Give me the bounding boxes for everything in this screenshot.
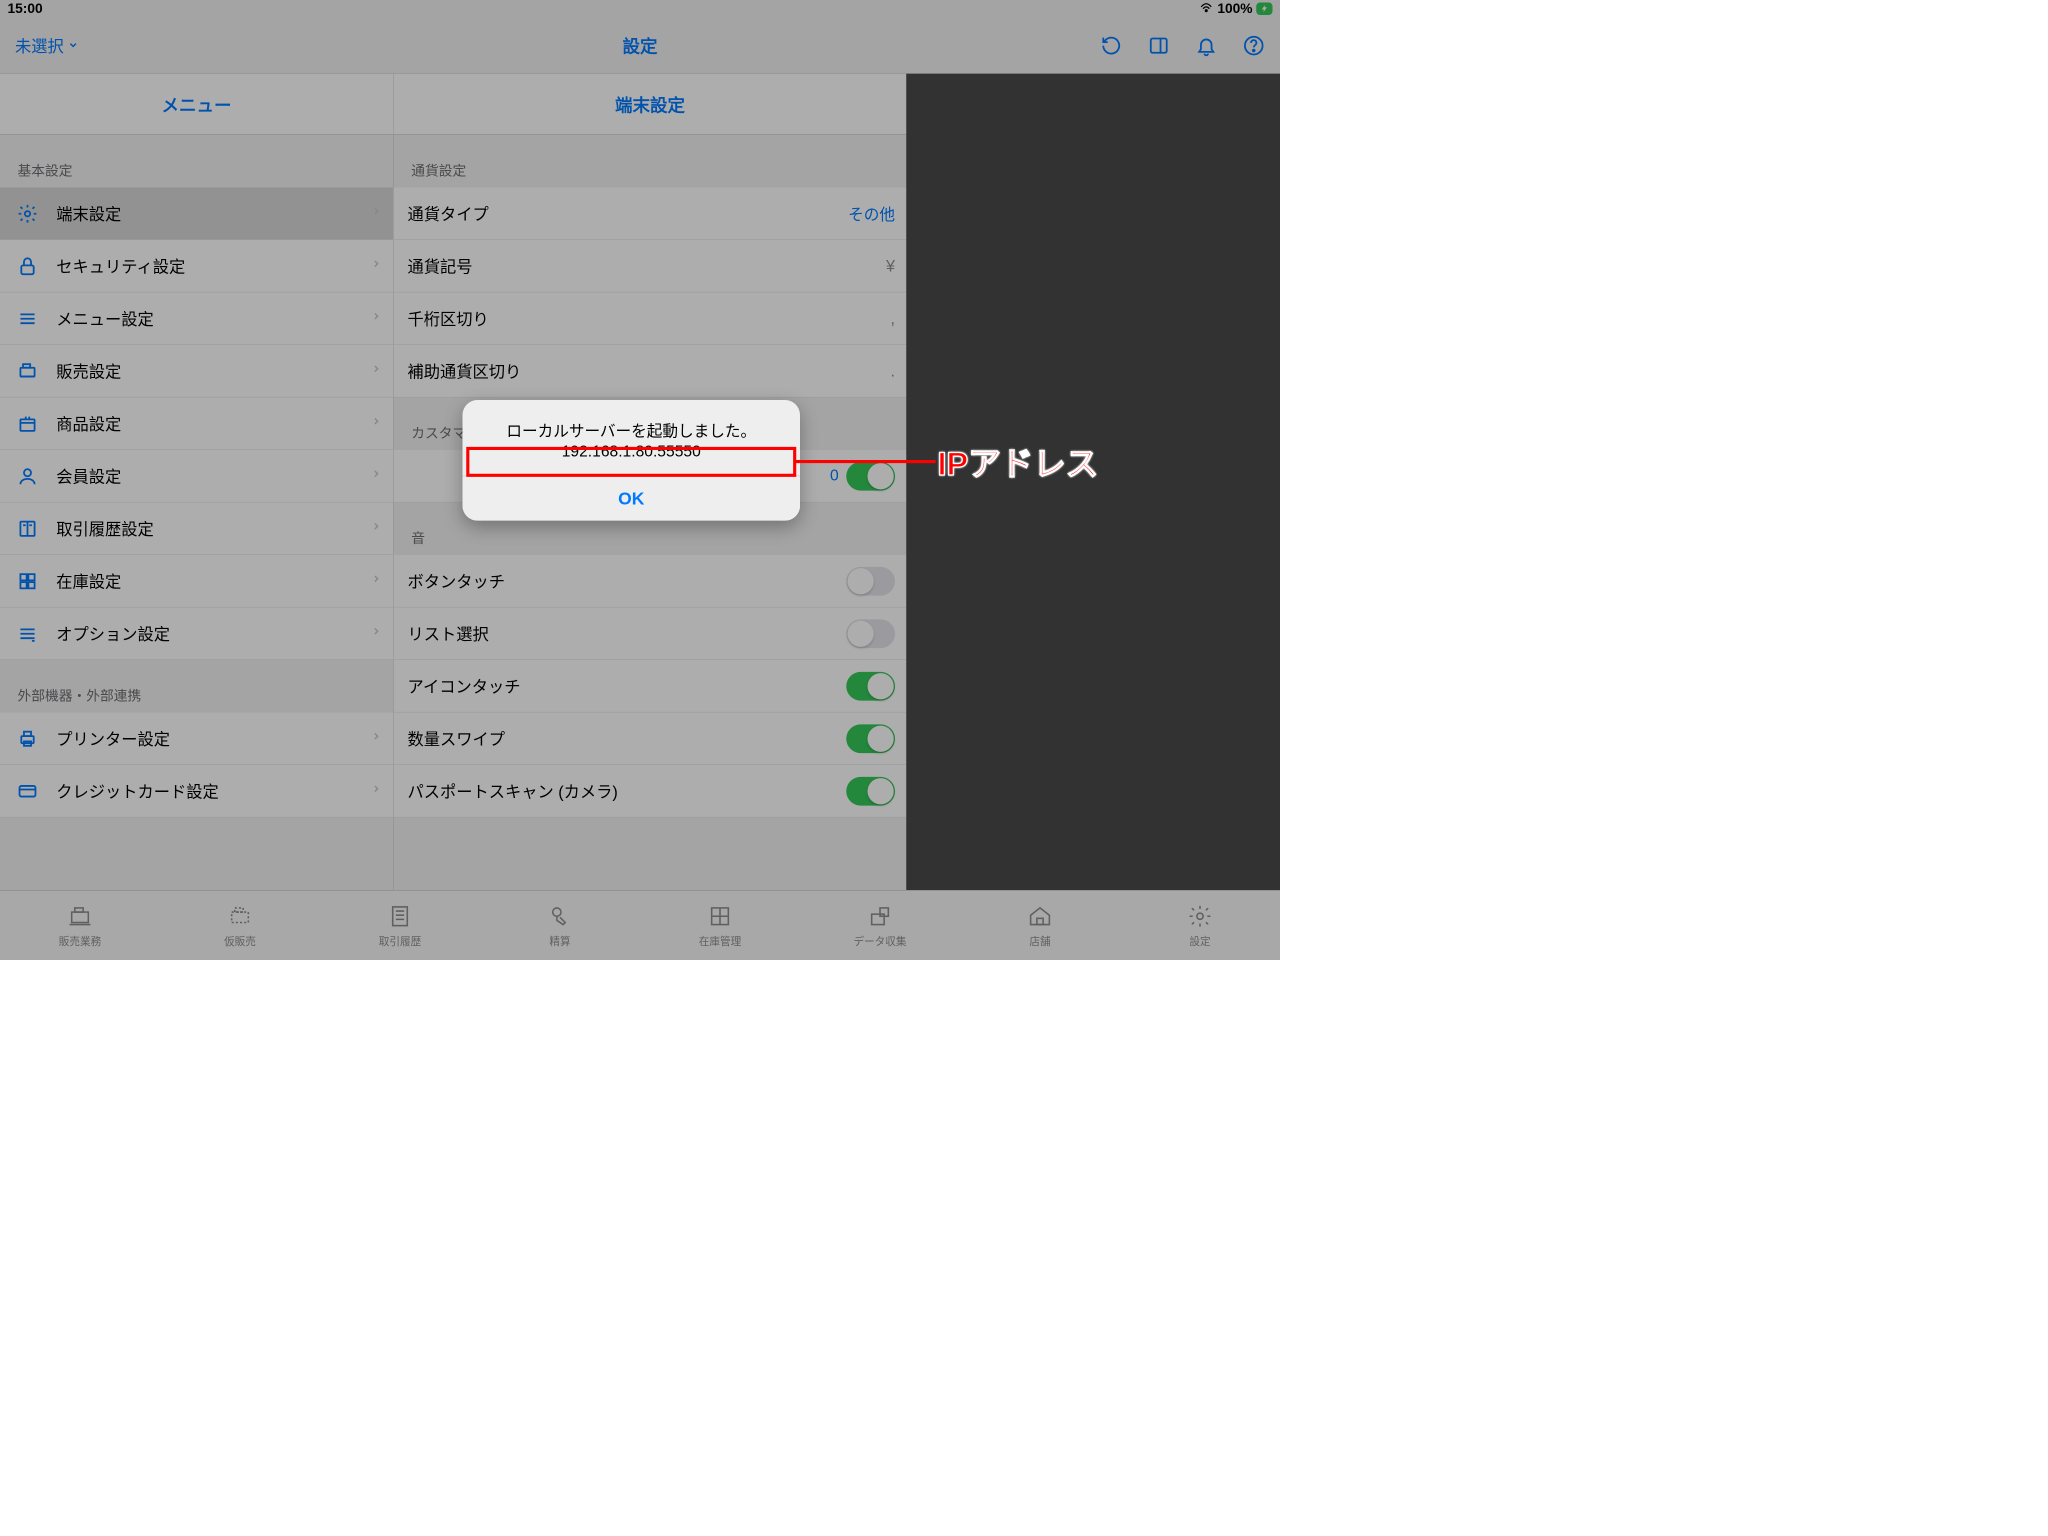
modal-title: ローカルサーバーを起動しました。 [478,419,786,442]
server-started-modal: ローカルサーバーを起動しました。 192.168.1.80:55550 OK [463,400,801,521]
modal-ok-button[interactable]: OK [463,476,801,521]
modal-ip-address: 192.168.1.80:55550 [478,443,786,461]
